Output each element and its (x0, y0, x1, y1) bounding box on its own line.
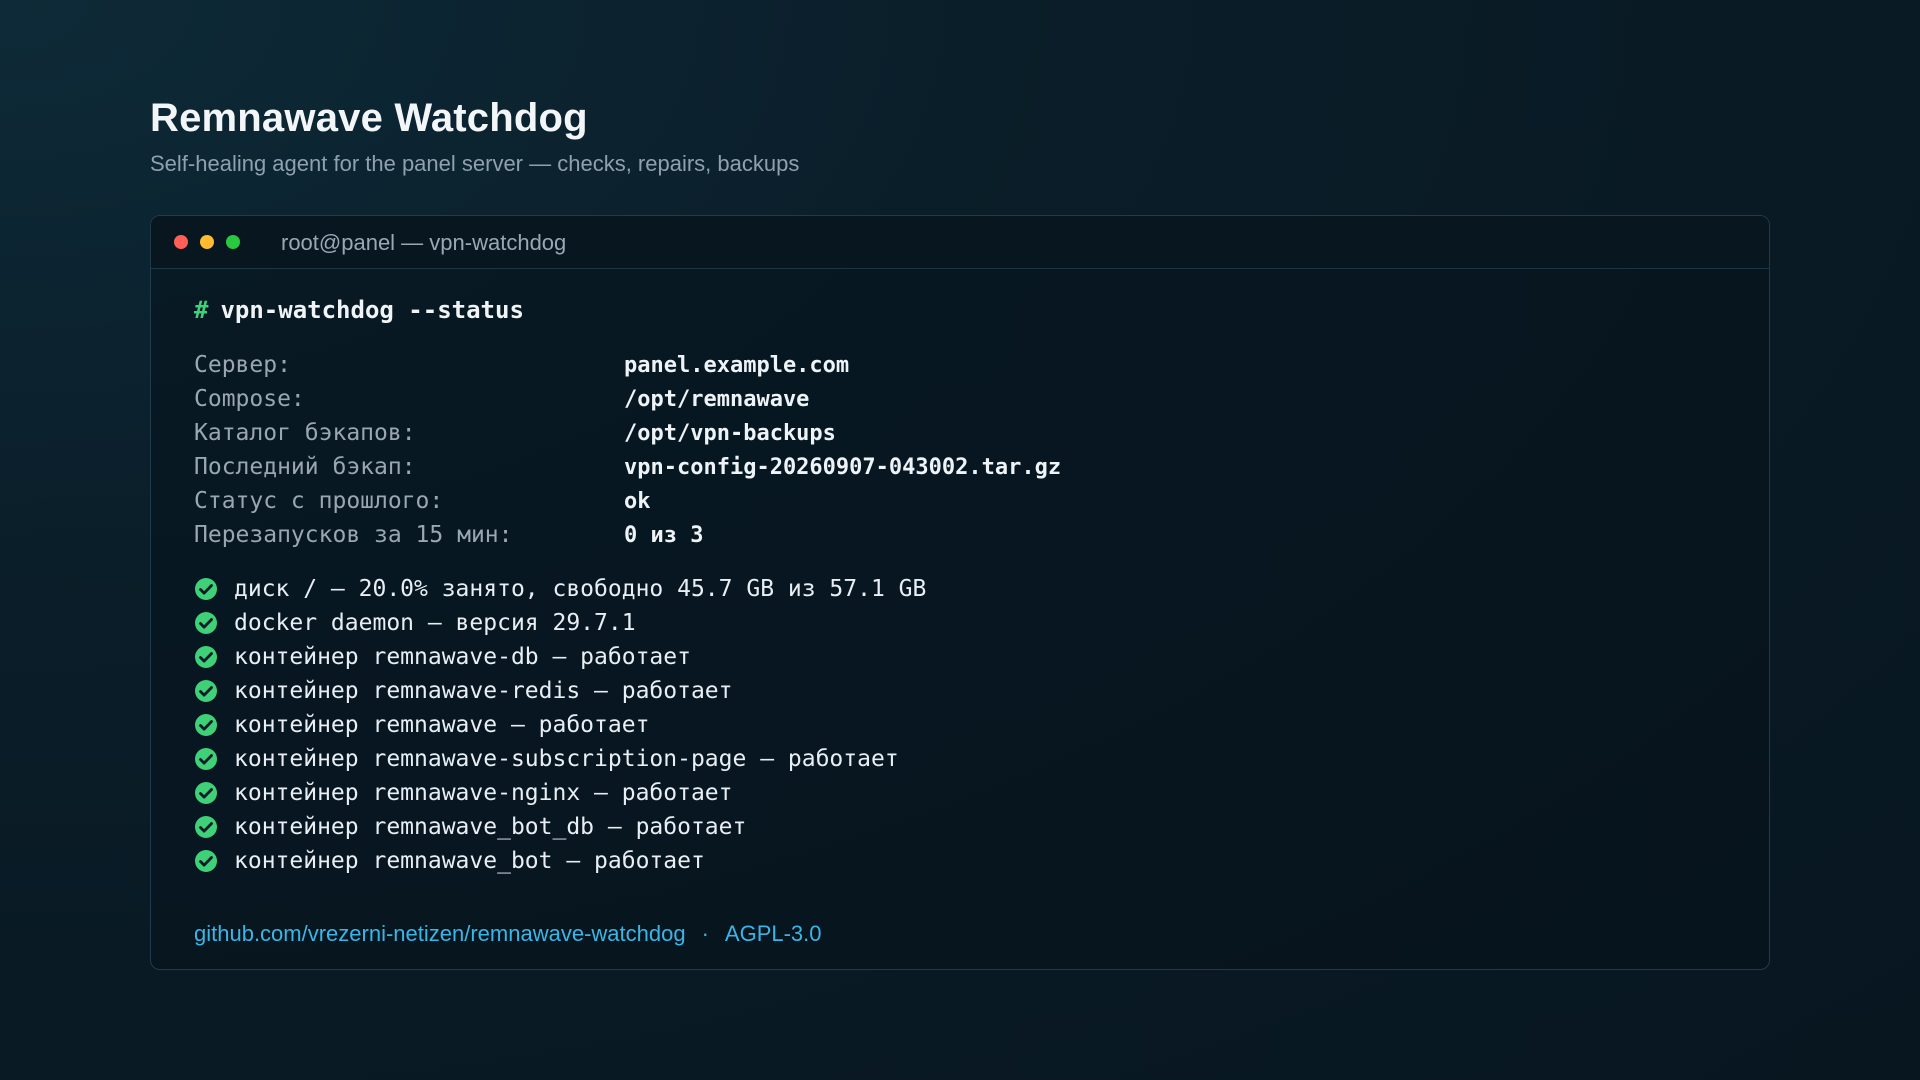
check-item: docker daemon — версия 29.7.1 (194, 606, 1729, 640)
footer-separator: · (701, 921, 709, 946)
info-key: Compose: (194, 386, 305, 412)
info-value: panel.example.com (624, 352, 850, 378)
check-circle-icon (195, 782, 217, 804)
check-text: docker daemon — версия 29.7.1 (234, 610, 636, 636)
check-text: контейнер remnawave-nginx — работает (234, 780, 733, 806)
check-item: контейнер remnawave-nginx — работает (194, 776, 1729, 810)
info-value: vpn-config-20260907-043002.tar.gz (624, 454, 1062, 480)
info-row-previous-status: Статус с прошлого: ok (194, 484, 1729, 518)
info-value: 0 из 3 (624, 522, 704, 548)
check-item: контейнер remnawave-subscription-page — … (194, 742, 1729, 776)
page-title: Remnawave Watchdog (150, 96, 588, 140)
check-text: диск / — 20.0% занято, свободно 45.7 GB … (234, 576, 927, 602)
terminal-window[interactable]: root@panel — vpn-watchdog # vpn-watchdog … (150, 215, 1770, 970)
close-window-button[interactable] (174, 235, 188, 249)
check-item: контейнер remnawave-db — работает (194, 640, 1729, 674)
terminal-footer: github.com/vrezerni-netizen/remnawave-wa… (194, 921, 822, 947)
command-text: vpn-watchdog --status (220, 296, 524, 324)
info-key: Сервер: (194, 352, 291, 378)
check-item: диск / — 20.0% занято, свободно 45.7 GB … (194, 572, 1729, 606)
check-item: контейнер remnawave — работает (194, 708, 1729, 742)
page-subtitle: Self-healing agent for the panel server … (150, 151, 800, 176)
page-header: Remnawave Watchdog Self-healing agent fo… (150, 96, 799, 177)
maximize-window-button[interactable] (226, 235, 240, 249)
info-key: Последний бэкап: (194, 454, 416, 480)
info-value: /opt/remnawave (624, 386, 810, 412)
check-item: контейнер remnawave_bot_db — работает (194, 810, 1729, 844)
check-circle-icon (195, 680, 217, 702)
prompt-symbol: # (194, 296, 209, 324)
check-item: контейнер remnawave_bot — работает (194, 844, 1729, 878)
info-key: Статус с прошлого: (194, 488, 444, 514)
check-text: контейнер remnawave-redis — работает (234, 678, 733, 704)
check-circle-icon (195, 646, 217, 668)
health-check-list: диск / — 20.0% занято, свободно 45.7 GB … (194, 572, 1729, 878)
info-value: ok (624, 488, 651, 514)
check-text: контейнер remnawave — работает (234, 712, 650, 738)
check-circle-icon (195, 816, 217, 838)
status-info-list: Сервер: panel.example.com Compose: /opt/… (194, 348, 1729, 552)
info-row-restarts: Перезапусков за 15 мин: 0 из 3 (194, 518, 1729, 552)
check-text: контейнер remnawave-db — работает (234, 644, 691, 670)
github-repo-link[interactable]: github.com/vrezerni-netizen/remnawave-wa… (194, 921, 686, 946)
check-circle-icon (195, 578, 217, 600)
info-row-backup-dir: Каталог бэкапов: /opt/vpn-backups (194, 416, 1729, 450)
check-circle-icon (195, 714, 217, 736)
check-circle-icon (195, 850, 217, 872)
check-text: контейнер remnawave_bot_db — работает (234, 814, 747, 840)
license-link[interactable]: AGPL-3.0 (725, 921, 822, 946)
check-text: контейнер remnawave_bot — работает (234, 848, 705, 874)
info-key: Перезапусков за 15 мин: (194, 522, 513, 548)
info-row-server: Сервер: panel.example.com (194, 348, 1729, 382)
terminal-titlebar[interactable]: root@panel — vpn-watchdog (151, 216, 1769, 269)
check-item: контейнер remnawave-redis — работает (194, 674, 1729, 708)
info-value: /opt/vpn-backups (624, 420, 836, 446)
check-circle-icon (195, 748, 217, 770)
info-row-compose: Compose: /opt/remnawave (194, 382, 1729, 416)
terminal-output: # vpn-watchdog --status Сервер: panel.exa… (194, 296, 1729, 878)
info-key: Каталог бэкапов: (194, 420, 416, 446)
check-text: контейнер remnawave-subscription-page — … (234, 746, 899, 772)
check-circle-icon (195, 612, 217, 634)
minimize-window-button[interactable] (200, 235, 214, 249)
info-row-last-backup: Последний бэкап: vpn-config-20260907-043… (194, 450, 1729, 484)
command-line: # vpn-watchdog --status (194, 296, 1729, 326)
window-title: root@panel — vpn-watchdog (281, 230, 567, 255)
